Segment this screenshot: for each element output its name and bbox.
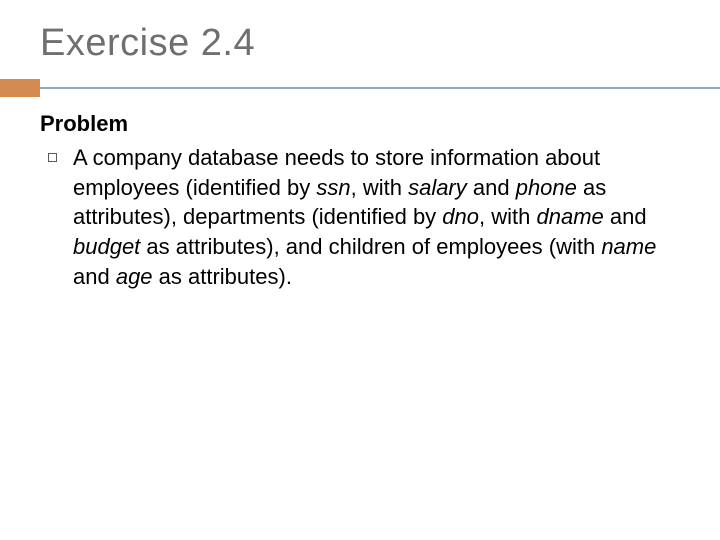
- title-divider: [0, 79, 720, 97]
- slide-title: Exercise 2.4: [40, 22, 680, 65]
- problem-body-text: A company database needs to store inform…: [73, 143, 680, 291]
- italic-dno: dno: [442, 204, 479, 229]
- text-run: and: [467, 175, 516, 200]
- italic-ssn: ssn: [316, 175, 350, 200]
- italic-phone: phone: [516, 175, 577, 200]
- italic-name: name: [601, 234, 656, 259]
- content-area: Problem A company database needs to stor…: [40, 111, 680, 291]
- text-run: and: [73, 264, 116, 289]
- bullet-item: A company database needs to store inform…: [40, 143, 680, 291]
- italic-dname: dname: [536, 204, 603, 229]
- text-run: as attributes), and children of employee…: [140, 234, 601, 259]
- square-bullet-icon: [48, 153, 57, 162]
- divider-accent-block: [0, 79, 40, 97]
- text-run: as attributes).: [153, 264, 292, 289]
- text-run: and: [604, 204, 647, 229]
- divider-line: [0, 87, 720, 89]
- slide: Exercise 2.4 Problem A company database …: [0, 0, 720, 540]
- text-run: , with: [479, 204, 536, 229]
- italic-age: age: [116, 264, 153, 289]
- text-run: , with: [351, 175, 408, 200]
- italic-budget: budget: [73, 234, 140, 259]
- problem-heading: Problem: [40, 111, 680, 137]
- italic-salary: salary: [408, 175, 467, 200]
